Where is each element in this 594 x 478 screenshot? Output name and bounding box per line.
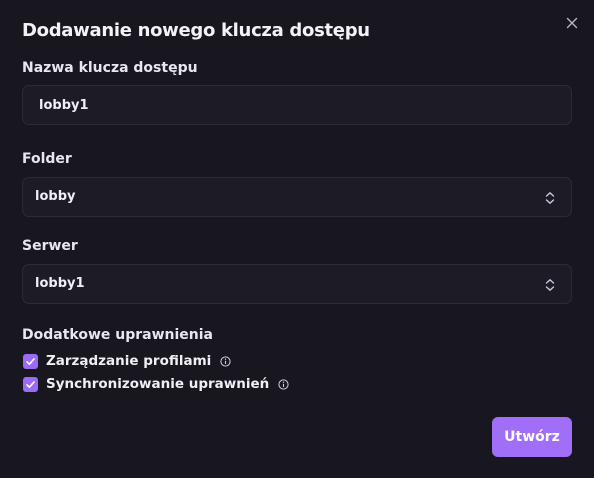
server-select-value: lobby1 bbox=[35, 276, 85, 291]
key-name-field-wrapper bbox=[22, 85, 572, 125]
key-name-input[interactable] bbox=[23, 86, 571, 124]
info-icon[interactable] bbox=[278, 378, 289, 390]
chevron-up-down-icon bbox=[543, 190, 557, 206]
info-icon[interactable] bbox=[220, 355, 231, 367]
sync-permissions-checkbox[interactable] bbox=[23, 376, 38, 392]
folder-label: Folder bbox=[22, 151, 72, 167]
close-button[interactable] bbox=[564, 15, 580, 31]
permissions-label: Dodatkowe uprawnienia bbox=[22, 327, 214, 343]
manage-profiles-label: Zarządzanie profilami bbox=[46, 353, 212, 369]
create-access-key-dialog: Dodawanie nowego klucza dostępu Nazwa kl… bbox=[0, 0, 594, 478]
permission-item-manage-profiles: Zarządzanie profilami bbox=[22, 352, 231, 370]
server-select[interactable]: lobby1 bbox=[22, 264, 572, 304]
manage-profiles-checkbox[interactable] bbox=[23, 353, 38, 369]
server-label: Serwer bbox=[22, 238, 78, 254]
create-button[interactable]: Utwórz bbox=[492, 417, 572, 457]
permission-item-sync-permissions: Synchronizowanie uprawnień bbox=[22, 375, 289, 393]
checkmark-icon bbox=[26, 380, 35, 388]
folder-select[interactable]: lobby bbox=[22, 177, 572, 217]
close-icon bbox=[564, 15, 580, 31]
folder-select-value: lobby bbox=[35, 189, 76, 204]
sync-permissions-label: Synchronizowanie uprawnień bbox=[46, 376, 270, 392]
key-name-label: Nazwa klucza dostępu bbox=[22, 60, 198, 76]
chevron-up-down-icon bbox=[543, 277, 557, 293]
checkmark-icon bbox=[26, 357, 35, 365]
dialog-title: Dodawanie nowego klucza dostępu bbox=[22, 20, 370, 41]
